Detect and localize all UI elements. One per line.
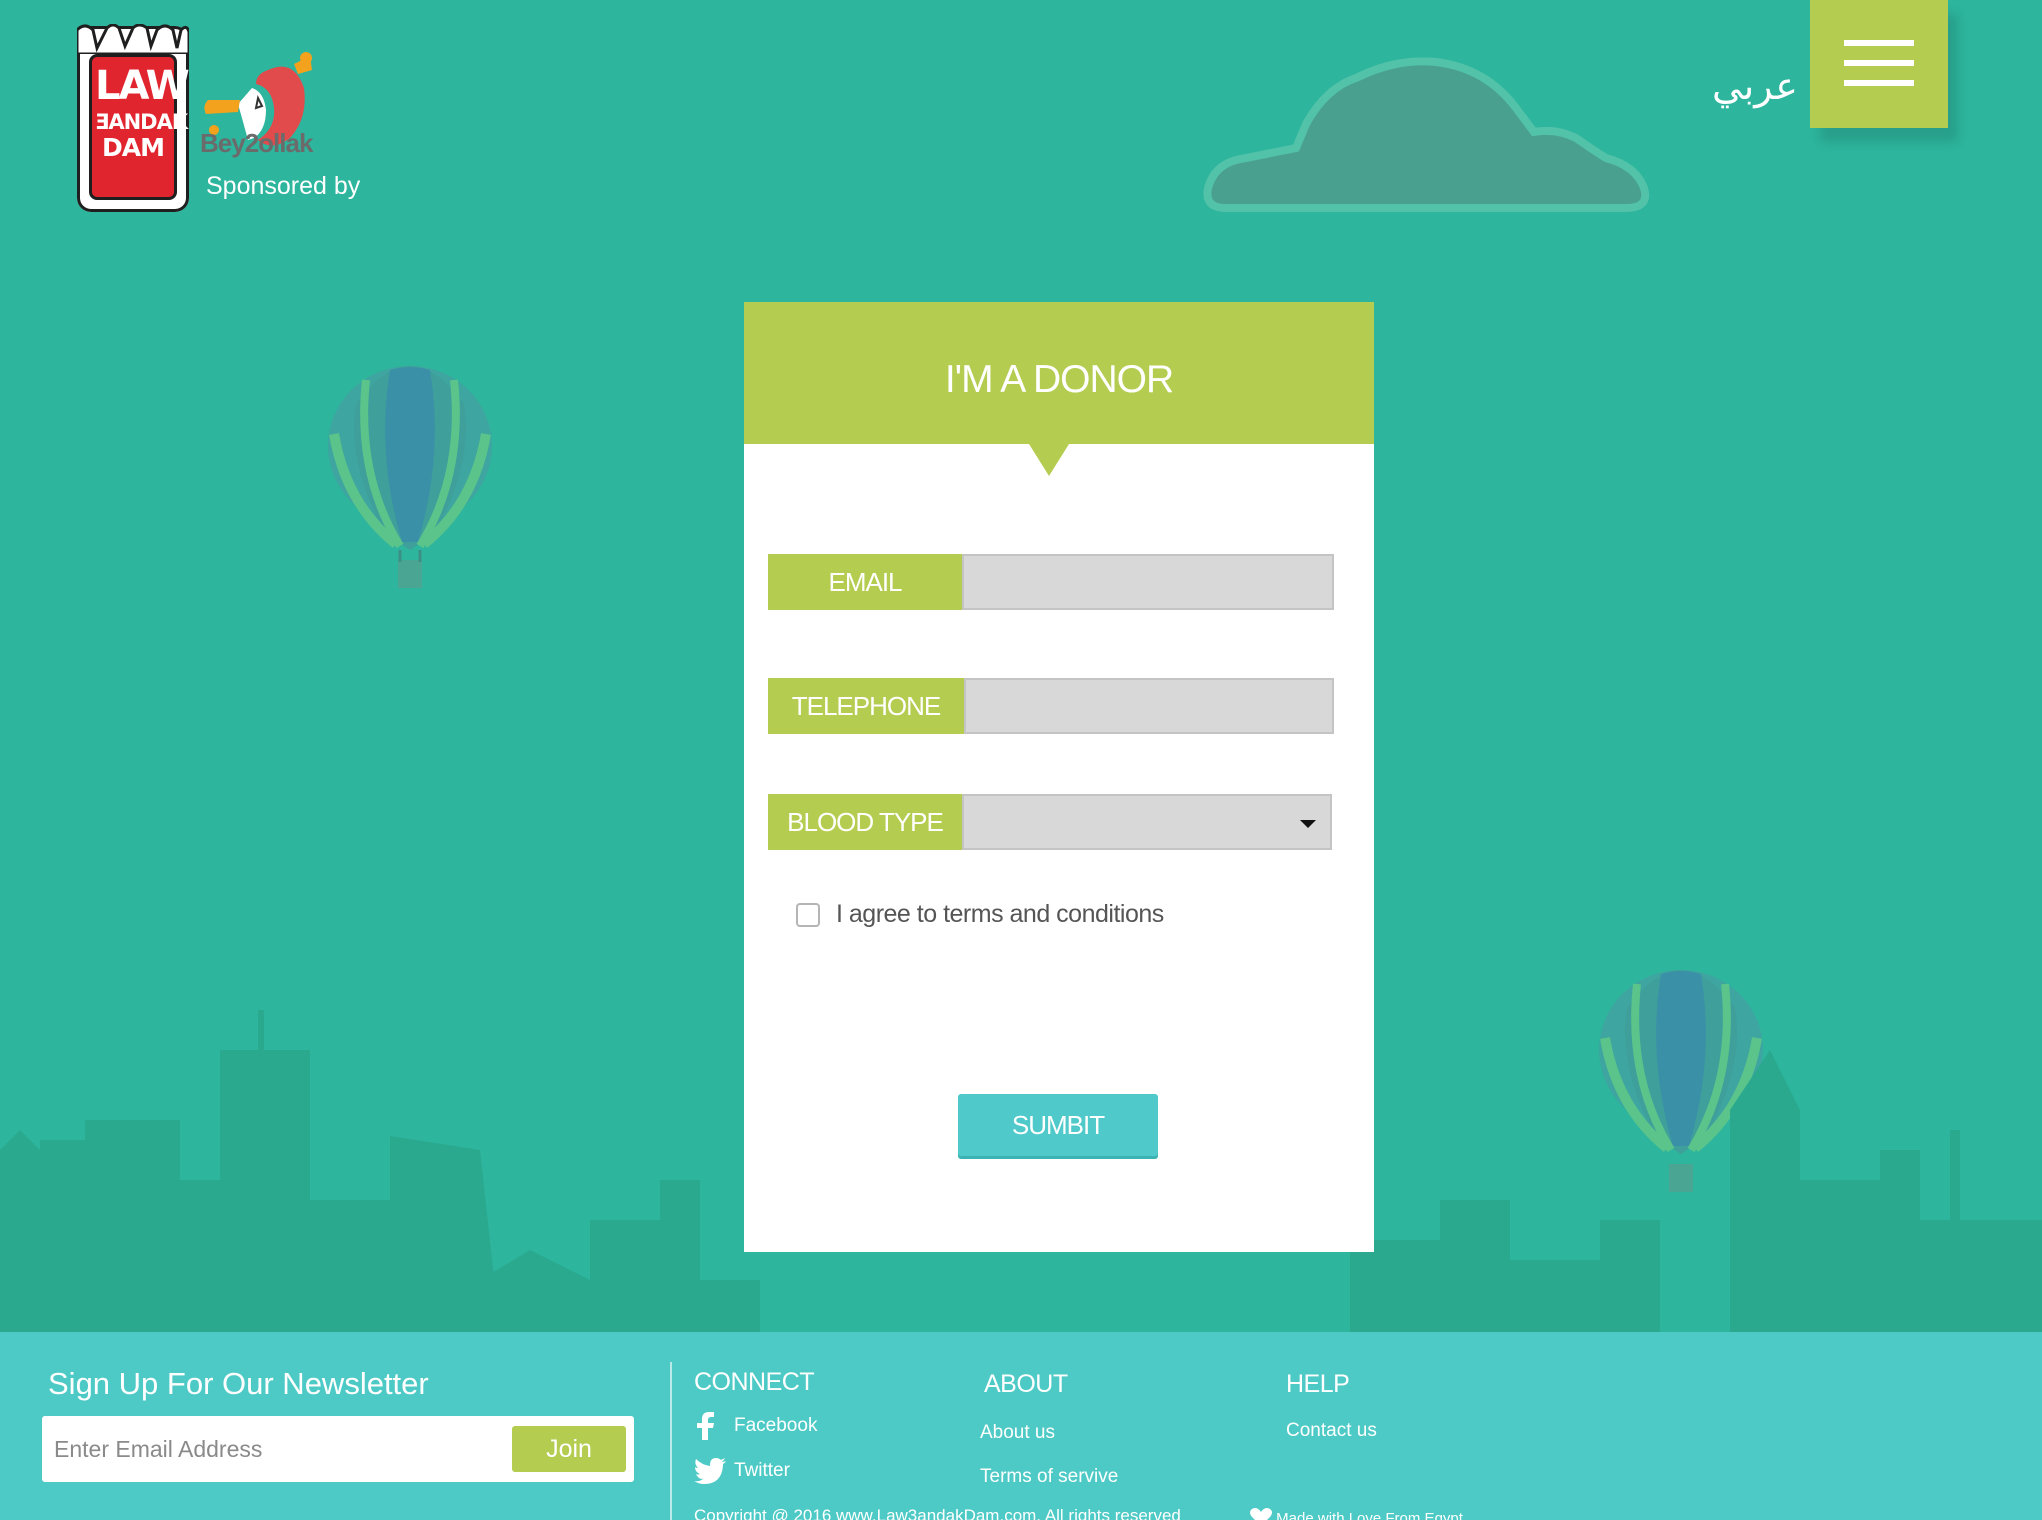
help-heading: HELP: [1286, 1370, 1350, 1398]
email-label: EMAIL: [768, 554, 962, 610]
law3andakdam-logo[interactable]: LAW ƎANDAK DAM: [77, 24, 190, 212]
chevron-down-icon: [1300, 820, 1316, 828]
header-pointer-arrow: [1029, 444, 1069, 476]
hamburger-icon-bar-3: [1844, 80, 1914, 86]
copyright-text: Copyright @ 2016 www.Law3andakDam.com. A…: [694, 1506, 1181, 1520]
site-footer: Sign Up For Our Newsletter Join CONNECT …: [0, 1332, 2042, 1520]
bey2ollak-wordmark: Bey2ollak: [200, 128, 313, 158]
logo-line-1: LAW: [95, 63, 190, 109]
newsletter-join-button[interactable]: Join: [512, 1426, 626, 1472]
hot-air-balloon-left: [328, 366, 492, 588]
about-us-link[interactable]: About us: [980, 1422, 1055, 1444]
logo-text: LAW ƎANDAK DAM: [95, 63, 190, 162]
newsletter-title: Sign Up For Our Newsletter: [48, 1366, 429, 1401]
about-heading: ABOUT: [984, 1370, 1068, 1398]
facebook-link-label: Facebook: [734, 1415, 818, 1436]
connect-heading: CONNECT: [694, 1368, 815, 1396]
donor-form-card: I'M A DONOR EMAIL TELEPHONE BLOOD TYPE I…: [744, 302, 1374, 1252]
twitter-link[interactable]: Twitter: [694, 1458, 790, 1484]
made-with-love-text: Made with Love From Egypt: [1276, 1510, 1463, 1520]
logo-drip-shape: [77, 24, 189, 54]
made-with-love-note: Made with Love From Egypt: [1250, 1508, 1463, 1520]
sponsored-by-label: Sponsored by: [206, 172, 361, 200]
hamburger-icon: [1844, 40, 1914, 46]
submit-button[interactable]: SUMBIT: [958, 1094, 1158, 1156]
telephone-field-row: TELEPHONE: [768, 678, 1334, 734]
terms-checkbox-label[interactable]: I agree to terms and conditions: [836, 900, 1164, 929]
twitter-icon: [694, 1458, 726, 1484]
menu-button[interactable]: [1810, 0, 1948, 128]
telephone-label: TELEPHONE: [768, 678, 964, 734]
donor-form-title: I'M A DONOR: [944, 358, 1174, 401]
footer-divider: [670, 1362, 672, 1520]
email-field-row: EMAIL: [768, 554, 1334, 610]
facebook-icon: [697, 1412, 714, 1440]
blood-type-label: BLOOD TYPE: [768, 794, 962, 850]
terms-of-service-link[interactable]: Terms of servive: [980, 1466, 1118, 1488]
hamburger-icon-bar-2: [1844, 60, 1914, 66]
logo-line-3: DAM: [102, 133, 165, 162]
terms-agreement-row: I agree to terms and conditions: [796, 900, 1164, 929]
facebook-link[interactable]: Facebook: [694, 1412, 817, 1440]
blood-type-select[interactable]: [962, 794, 1332, 850]
heart-icon: [1250, 1508, 1272, 1520]
email-input[interactable]: [962, 554, 1334, 610]
terms-checkbox[interactable]: [796, 902, 820, 927]
cloud-decoration: [1203, 57, 1650, 212]
logo-line-2: ƎANDAK: [95, 110, 188, 134]
telephone-input[interactable]: [964, 678, 1334, 734]
twitter-link-label: Twitter: [734, 1460, 790, 1481]
blood-type-field-row: BLOOD TYPE: [768, 794, 1332, 850]
contact-us-link[interactable]: Contact us: [1286, 1420, 1377, 1442]
language-toggle-link[interactable]: عربي: [1712, 64, 1798, 108]
newsletter-form: Join: [42, 1416, 634, 1482]
donor-form-header: I'M A DONOR: [744, 302, 1374, 476]
newsletter-email-input[interactable]: [54, 1428, 534, 1470]
